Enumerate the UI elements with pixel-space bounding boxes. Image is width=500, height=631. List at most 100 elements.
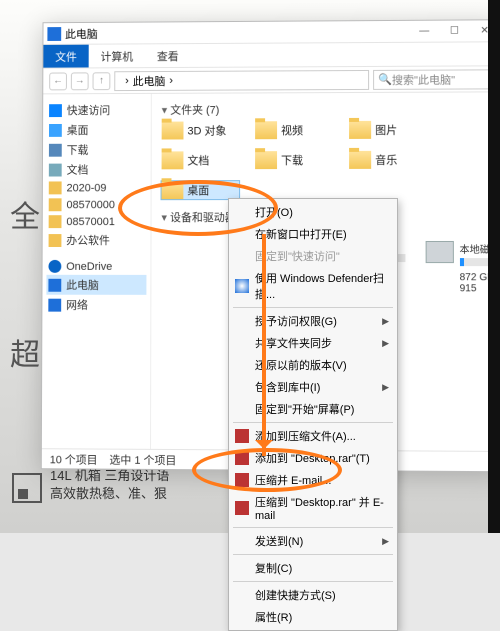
ctx-give-access[interactable]: 授予访问权限(G)▶ xyxy=(229,310,397,332)
minimize-button[interactable]: — xyxy=(409,26,439,37)
sidebar-quick-access[interactable]: 快速访问 xyxy=(47,100,147,120)
chevron-right-icon: ▶ xyxy=(382,316,389,327)
nav-up-button[interactable]: ↑ xyxy=(93,72,111,90)
folder-videos[interactable]: 视频 xyxy=(255,121,333,139)
ctx-pin-quickaccess[interactable]: 固定到"快速访问" xyxy=(229,245,397,267)
ctx-share-sync[interactable]: 共享文件夹同步▶ xyxy=(229,332,397,354)
ctx-open[interactable]: 打开(O) xyxy=(229,201,397,223)
chevron-right-icon: ▶ xyxy=(382,382,389,393)
sidebar-item-folder[interactable]: 2020-09 xyxy=(47,179,147,196)
document-icon xyxy=(49,163,62,176)
folders-grid: 3D 对象 视频 图片 文档 下载 音乐 桌面 xyxy=(162,120,491,199)
shield-icon xyxy=(235,279,249,293)
folder-icon xyxy=(49,198,62,211)
folder-icon xyxy=(49,234,62,247)
ctx-pin-start[interactable]: 固定到"开始"屏幕(P) xyxy=(229,398,397,420)
ribbon-tab-view[interactable]: 查看 xyxy=(145,44,191,67)
status-selected: 选中 1 个项目 xyxy=(109,451,176,467)
bg-icon xyxy=(12,473,42,503)
breadcrumb-label: 此电脑 xyxy=(133,72,166,88)
chevron-right-icon: ▶ xyxy=(382,338,389,349)
download-icon xyxy=(49,143,62,156)
sidebar-item-folder[interactable]: 08570001 xyxy=(47,213,147,230)
folders-group-header[interactable]: 文件夹 (7) xyxy=(162,100,490,117)
rar-icon xyxy=(235,473,249,487)
sidebar-this-pc[interactable]: 此电脑 xyxy=(46,275,146,295)
folder-icon xyxy=(162,122,184,140)
ctx-add-to-archive[interactable]: 添加到压缩文件(A)... xyxy=(229,425,397,447)
search-placeholder: 搜索"此电脑" xyxy=(392,71,455,87)
folder-3d-objects[interactable]: 3D 对象 xyxy=(162,121,240,139)
ctx-add-to-desktop-rar[interactable]: 添加到 "Desktop.rar"(T) xyxy=(229,447,397,469)
folder-icon xyxy=(349,121,371,139)
ctx-restore-previous[interactable]: 还原以前的版本(V) xyxy=(229,354,397,376)
folder-downloads[interactable]: 下载 xyxy=(255,151,333,169)
sidebar-item-desktop[interactable]: 桌面 xyxy=(47,120,147,140)
pc-icon xyxy=(47,27,61,41)
monitor-bezel xyxy=(488,0,500,533)
breadcrumb-sep: › xyxy=(125,75,129,87)
ctx-create-shortcut[interactable]: 创建快捷方式(S) xyxy=(229,584,397,606)
separator xyxy=(233,527,393,528)
folder-documents[interactable]: 文档 xyxy=(162,151,240,169)
folder-icon xyxy=(49,181,62,194)
ribbon-file-tab[interactable]: 文件 xyxy=(43,45,88,68)
maximize-button[interactable]: ☐ xyxy=(439,25,469,36)
chevron-right-icon: ▶ xyxy=(382,536,389,547)
ctx-copy[interactable]: 复制(C) xyxy=(229,557,397,579)
ribbon-tab-computer[interactable]: 计算机 xyxy=(89,44,145,67)
network-icon xyxy=(48,298,61,311)
folder-icon xyxy=(162,181,184,199)
sidebar-item-folder[interactable]: 08570000 xyxy=(47,196,147,213)
title-bar[interactable]: 此电脑 — ☐ ✕ xyxy=(43,20,499,45)
address-bar: ← → ↑ › 此电脑 › 🔍 搜索"此电脑" xyxy=(43,66,500,94)
rar-icon xyxy=(235,429,249,443)
nav-back-button[interactable]: ← xyxy=(49,72,67,90)
folder-icon xyxy=(255,121,277,139)
nav-sidebar: 快速访问 桌面 下载 文档 2020-09 08570000 08570001 … xyxy=(42,94,152,449)
ctx-open-new-window[interactable]: 在新窗口中打开(E) xyxy=(229,223,397,245)
bg-caption: 14L 机箱 三角设计语 高效散热稳、准、狠 xyxy=(50,467,169,503)
ctx-compress-email[interactable]: 压缩并 E-mail... xyxy=(229,469,397,491)
separator xyxy=(233,307,393,308)
onedrive-icon xyxy=(48,260,61,273)
folder-music[interactable]: 音乐 xyxy=(349,151,427,169)
separator xyxy=(233,554,393,555)
sidebar-network[interactable]: 网络 xyxy=(46,295,146,315)
folder-icon xyxy=(162,151,184,169)
pc-icon xyxy=(48,278,61,291)
ribbon: 文件 计算机 查看 xyxy=(43,42,500,68)
sidebar-item-documents[interactable]: 文档 xyxy=(47,159,147,179)
search-icon: 🔍 xyxy=(378,73,392,86)
star-icon xyxy=(49,104,62,117)
breadcrumb-sep: › xyxy=(169,74,173,86)
folder-icon xyxy=(255,151,277,169)
folder-pictures[interactable]: 图片 xyxy=(349,121,427,139)
context-menu: 打开(O) 在新窗口中打开(E) 固定到"快速访问" 使用 Windows De… xyxy=(228,198,398,631)
rar-icon xyxy=(235,451,249,465)
folder-desktop[interactable]: 桌面 xyxy=(162,181,240,199)
separator xyxy=(233,422,393,423)
window-title: 此电脑 xyxy=(65,25,98,41)
ctx-compress-to-rar-email[interactable]: 压缩到 "Desktop.rar" 并 E-mail xyxy=(229,491,397,525)
ctx-defender-scan[interactable]: 使用 Windows Defender扫描... xyxy=(229,267,397,305)
ctx-properties[interactable]: 属性(R) xyxy=(229,606,397,628)
folder-icon xyxy=(349,151,371,169)
drive-icon xyxy=(426,241,454,263)
status-item-count: 10 个项目 xyxy=(50,451,98,467)
sidebar-item-downloads[interactable]: 下载 xyxy=(47,140,147,160)
desktop-icon xyxy=(49,123,62,136)
nav-forward-button[interactable]: → xyxy=(71,72,89,90)
folder-icon xyxy=(49,215,62,228)
bg-text-1: 全 xyxy=(10,192,40,236)
ctx-include-in-library[interactable]: 包含到库中(I)▶ xyxy=(229,376,397,398)
bg-text-2: 超 xyxy=(10,330,40,374)
breadcrumb[interactable]: › 此电脑 › xyxy=(114,69,369,90)
search-input[interactable]: 🔍 搜索"此电脑" xyxy=(373,69,494,90)
rar-icon xyxy=(235,501,249,515)
sidebar-item-folder[interactable]: 办公软件 xyxy=(47,230,147,250)
ctx-send-to[interactable]: 发送到(N)▶ xyxy=(229,530,397,552)
separator xyxy=(233,581,393,582)
sidebar-onedrive[interactable]: OneDrive xyxy=(46,258,146,275)
window-controls: — ☐ ✕ xyxy=(409,25,500,37)
